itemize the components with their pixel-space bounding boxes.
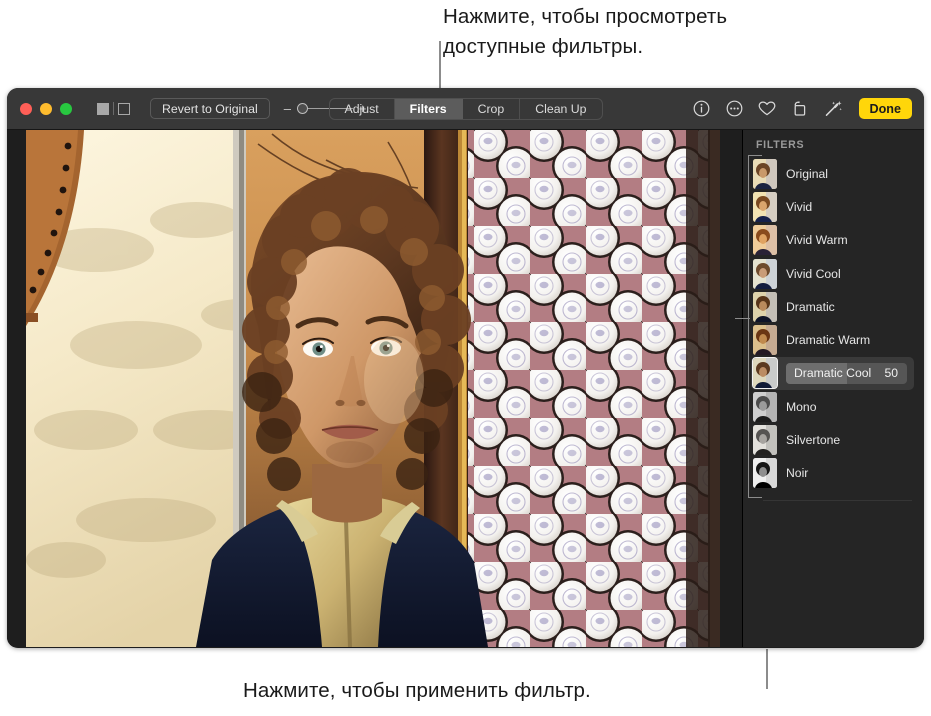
single-view-icon[interactable] bbox=[97, 102, 109, 115]
toolbar-icon-group: Done bbox=[692, 98, 912, 119]
filter-name: Vivid bbox=[786, 199, 813, 214]
filter-thumbnail bbox=[753, 425, 777, 456]
info-icon[interactable] bbox=[692, 99, 711, 118]
filter-thumbnail bbox=[753, 158, 777, 189]
filter-row-dramatic-warm[interactable]: Dramatic Warm bbox=[751, 323, 914, 356]
callout-bottom-text: Нажмите, чтобы применить фильтр. bbox=[243, 679, 591, 702]
toggle-divider bbox=[113, 102, 114, 115]
done-button[interactable]: Done bbox=[858, 98, 912, 119]
filter-thumbnail bbox=[753, 325, 777, 356]
filter-row-silvertone[interactable]: Silvertone bbox=[751, 423, 914, 456]
filter-row-vivid-warm[interactable]: Vivid Warm bbox=[751, 224, 914, 257]
compare-view-icon[interactable] bbox=[118, 102, 130, 115]
filter-intensity-slider[interactable]: Dramatic Cool 50 bbox=[786, 362, 907, 384]
edit-mode-tabs: Adjust Filters Crop Clean Up bbox=[328, 97, 603, 120]
filters-sidebar: FILTERS Original Vivid Vivid Warm Vivid … bbox=[743, 130, 924, 647]
window-body: FILTERS Original Vivid Vivid Warm Vivid … bbox=[7, 130, 924, 647]
filter-name: Dramatic Cool bbox=[794, 366, 872, 381]
minimize-window-button[interactable] bbox=[40, 102, 52, 115]
filter-thumbnail bbox=[753, 391, 777, 422]
auto-enhance-wand-icon[interactable] bbox=[824, 99, 843, 118]
tab-crop[interactable]: Crop bbox=[463, 98, 521, 119]
filter-name: Silvertone bbox=[786, 433, 841, 448]
zoom-out-minus-label[interactable]: – bbox=[284, 102, 291, 115]
rotate-icon[interactable] bbox=[791, 99, 810, 118]
zoom-slider-thumb[interactable] bbox=[296, 103, 308, 114]
filter-thumbnail bbox=[753, 258, 777, 289]
edited-photo[interactable] bbox=[26, 130, 720, 647]
filter-thumbnail bbox=[752, 357, 778, 390]
filters-list: Original Vivid Vivid Warm Vivid Cool Dra… bbox=[743, 157, 924, 490]
photos-editor-window: Revert to Original – + Adjust Filters Cr… bbox=[7, 88, 924, 648]
filter-name: Dramatic bbox=[786, 299, 835, 314]
filter-row-mono[interactable]: Mono bbox=[751, 390, 914, 423]
callout-bottom-leader-line bbox=[766, 649, 768, 689]
filter-thumbnail bbox=[753, 191, 777, 222]
filter-name: Original bbox=[786, 166, 828, 181]
filters-list-separator bbox=[763, 499, 912, 501]
view-mode-toggle[interactable] bbox=[97, 102, 130, 115]
filter-thumbnail bbox=[753, 225, 777, 256]
filter-row-dramatic-cool[interactable]: Dramatic Cool 50 bbox=[751, 356, 914, 391]
close-window-button[interactable] bbox=[20, 102, 32, 115]
filter-name: Noir bbox=[786, 466, 809, 481]
filter-thumbnail bbox=[753, 291, 777, 322]
photo-canvas[interactable] bbox=[7, 130, 742, 647]
filter-row-noir[interactable]: Noir bbox=[751, 457, 914, 490]
callout-top-text: Нажмите, чтобы просмотреть доступные фил… bbox=[443, 5, 728, 58]
favorite-heart-icon[interactable] bbox=[758, 99, 777, 118]
filter-name: Mono bbox=[786, 399, 817, 414]
filter-name: Dramatic Warm bbox=[786, 333, 871, 348]
window-toolbar: Revert to Original – + Adjust Filters Cr… bbox=[7, 88, 924, 130]
tab-clean-up[interactable]: Clean Up bbox=[520, 99, 601, 119]
revert-to-original-button[interactable]: Revert to Original bbox=[150, 98, 270, 119]
zoom-window-button[interactable] bbox=[60, 102, 72, 115]
tab-adjust[interactable]: Adjust bbox=[329, 98, 395, 119]
traffic-lights bbox=[20, 102, 72, 115]
screenshot-page: Нажмите, чтобы просмотреть доступные фил… bbox=[0, 0, 931, 716]
tab-filters[interactable]: Filters bbox=[394, 98, 463, 119]
more-options-icon[interactable] bbox=[725, 99, 744, 118]
filter-row-vivid[interactable]: Vivid bbox=[751, 190, 914, 223]
filters-panel-title: FILTERS bbox=[756, 139, 805, 151]
filter-intensity-value: 50 bbox=[884, 366, 898, 381]
filter-thumbnail bbox=[753, 458, 777, 489]
filter-row-vivid-cool[interactable]: Vivid Cool bbox=[751, 257, 914, 290]
filter-row-dramatic[interactable]: Dramatic bbox=[751, 290, 914, 323]
filter-name: Vivid Cool bbox=[786, 266, 841, 281]
filter-row-original[interactable]: Original bbox=[751, 157, 914, 190]
filter-name: Vivid Warm bbox=[786, 233, 848, 248]
